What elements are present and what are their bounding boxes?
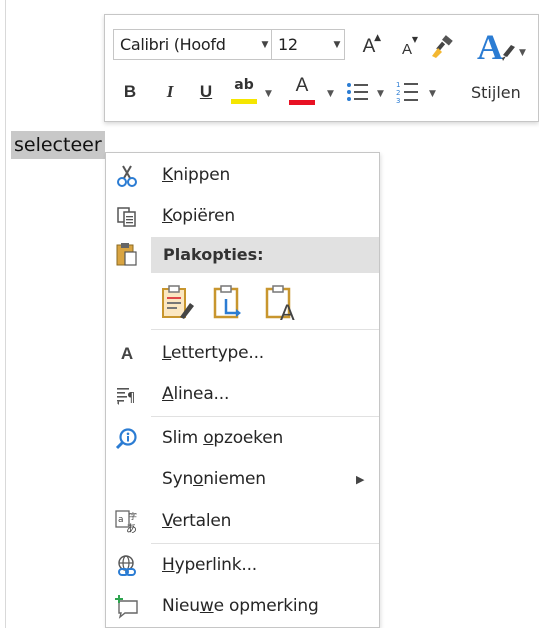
chevron-down-icon[interactable]: ▼ bbox=[258, 40, 272, 50]
menu-separator bbox=[151, 416, 379, 417]
svg-text:字: 字 bbox=[129, 511, 137, 521]
menu-item-translate[interactable]: a あ 字 Vertalen bbox=[106, 501, 379, 541]
svg-text:2: 2 bbox=[396, 89, 400, 97]
translate-icon: a あ 字 bbox=[114, 509, 140, 535]
shrink-font-button[interactable]: A ▼ bbox=[393, 35, 421, 63]
submenu-arrow-icon: ▶ bbox=[356, 472, 365, 486]
chevron-down-icon[interactable]: ▼ bbox=[265, 89, 272, 99]
svg-text:A: A bbox=[280, 300, 295, 323]
menu-item-font[interactable]: A Lettertype... bbox=[106, 333, 379, 373]
menu-separator bbox=[151, 543, 379, 544]
chevron-down-icon[interactable]: ▼ bbox=[327, 89, 334, 99]
page-left-edge bbox=[5, 0, 6, 628]
paste-option-merge-formatting[interactable] bbox=[212, 283, 248, 323]
menu-item-label: Kopiëren bbox=[162, 206, 235, 226]
menu-item-label: Knippen bbox=[162, 165, 231, 185]
font-color-bar bbox=[289, 100, 315, 105]
styles-label: Stijlen bbox=[471, 83, 521, 102]
italic-label: I bbox=[166, 82, 174, 101]
selected-text[interactable]: selecteer bbox=[11, 131, 105, 159]
menu-item-label: Vertalen bbox=[162, 511, 232, 531]
chevron-down-icon[interactable]: ▼ bbox=[330, 40, 344, 50]
copy-icon bbox=[114, 204, 140, 230]
caret-down-icon: ▼ bbox=[411, 35, 418, 44]
menu-item-label: Nieuwe opmerking bbox=[162, 596, 319, 616]
font-size-combo[interactable]: 12 ▼ bbox=[271, 29, 345, 60]
highlight-label: ab bbox=[234, 77, 254, 93]
bullets-icon bbox=[347, 83, 368, 101]
underline-label: U bbox=[199, 82, 213, 101]
new-comment-icon bbox=[114, 594, 140, 620]
bullets-button[interactable] bbox=[343, 77, 373, 107]
svg-text:あ: あ bbox=[126, 522, 137, 534]
bold-button[interactable]: B bbox=[117, 77, 143, 107]
font-name-value: Calibri (Hoofd bbox=[120, 35, 226, 54]
menu-item-cut[interactable]: Knippen bbox=[106, 155, 379, 195]
svg-text:a: a bbox=[118, 515, 124, 525]
scissors-icon bbox=[114, 163, 140, 189]
merge-formatting-icon bbox=[213, 285, 241, 319]
menu-item-label: Alinea... bbox=[162, 384, 230, 404]
menu-item-copy[interactable]: Kopiëren bbox=[106, 196, 379, 236]
context-menu: Knippen Kopiëren Plakopties: A A Lettert… bbox=[105, 152, 380, 628]
highlight-button[interactable]: ab bbox=[229, 75, 259, 109]
grow-font-button[interactable]: A ▲ bbox=[355, 33, 383, 61]
font-icon: A bbox=[120, 344, 134, 363]
format-painter-icon bbox=[432, 35, 453, 58]
font-size-value: 12 bbox=[278, 35, 298, 54]
font-color-label: A bbox=[295, 75, 309, 96]
paste-option-keep-source-formatting[interactable] bbox=[160, 283, 196, 323]
font-name-combo[interactable]: Calibri (Hoofd ▼ bbox=[113, 29, 273, 60]
chevron-down-icon[interactable]: ▼ bbox=[429, 89, 436, 99]
mini-toolbar: Calibri (Hoofd ▼ 12 ▼ A ▲ A ▼ A ▼ Stijle… bbox=[104, 14, 539, 122]
font-color-button[interactable]: A bbox=[287, 75, 317, 109]
svg-text:3: 3 bbox=[396, 97, 400, 104]
svg-text:1: 1 bbox=[396, 81, 400, 89]
menu-item-label: Synoniemen bbox=[162, 469, 266, 489]
menu-item-hyperlink[interactable]: Hyperlink... bbox=[106, 545, 379, 585]
hyperlink-icon bbox=[114, 553, 140, 579]
caret-up-icon: ▲ bbox=[374, 33, 381, 43]
numbering-button[interactable]: 1 2 3 bbox=[393, 77, 423, 107]
underline-button[interactable]: U bbox=[193, 77, 219, 107]
smart-lookup-icon bbox=[114, 426, 140, 452]
italic-button[interactable]: I bbox=[157, 77, 183, 107]
menu-item-label: Slim opzoeken bbox=[162, 428, 284, 448]
paragraph-icon: ¶ bbox=[114, 382, 140, 408]
bold-label: B bbox=[123, 82, 137, 101]
menu-item-new-comment[interactable]: Nieuwe opmerking bbox=[106, 586, 379, 626]
menu-separator bbox=[151, 329, 379, 330]
shrink-font-label: A bbox=[401, 40, 412, 58]
chevron-down-icon[interactable]: ▼ bbox=[377, 89, 384, 99]
numbering-icon: 1 2 3 bbox=[396, 81, 418, 104]
svg-text:A: A bbox=[477, 27, 503, 67]
keep-text-only-icon: A bbox=[265, 285, 295, 325]
menu-item-label: Lettertype... bbox=[162, 343, 265, 363]
menu-item-synonyms[interactable]: Synoniemen ▶ bbox=[106, 459, 379, 499]
paste-icon bbox=[114, 241, 140, 267]
styles-icon: A bbox=[477, 27, 515, 67]
menu-item-paragraph[interactable]: ¶ Alinea... bbox=[106, 374, 379, 414]
highlight-color-bar bbox=[231, 99, 257, 104]
keep-source-formatting-icon bbox=[162, 285, 194, 319]
paste-option-keep-text-only[interactable]: A bbox=[264, 283, 300, 325]
svg-text:¶: ¶ bbox=[127, 391, 135, 405]
format-painter-button[interactable] bbox=[427, 31, 459, 63]
menu-item-smart-lookup[interactable]: Slim opzoeken bbox=[106, 418, 379, 458]
paste-options-header: Plakopties: bbox=[151, 237, 379, 273]
chevron-down-icon: ▼ bbox=[519, 48, 526, 58]
menu-item-label: Hyperlink... bbox=[162, 555, 257, 575]
paste-options-label: Plakopties: bbox=[163, 245, 264, 264]
